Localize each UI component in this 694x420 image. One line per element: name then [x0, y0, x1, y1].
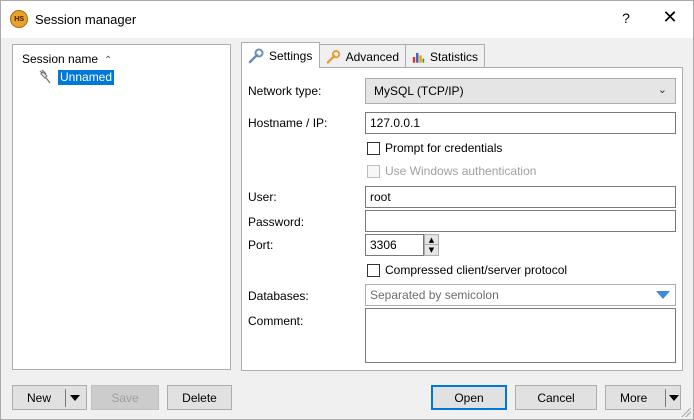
port-label: Port: [248, 238, 274, 252]
chevron-down-icon: ⌄ [657, 83, 667, 96]
sort-ascending-icon: ⌃ [104, 55, 113, 66]
session-manager-window: HS Session manager ? ✕ Session name ⌃ Unn… [0, 0, 694, 420]
prompt-credentials-checkbox[interactable]: Prompt for credentials [367, 141, 502, 155]
tree-header-label: Session name [22, 52, 99, 66]
user-label: User: [248, 190, 277, 204]
dropdown-arrow-icon[interactable] [70, 395, 80, 401]
help-button[interactable]: ? [615, 10, 637, 30]
more-button-label: More [620, 390, 648, 405]
network-type-label: Network type: [248, 84, 322, 98]
new-button[interactable]: New [12, 385, 87, 410]
save-button[interactable]: Save [91, 385, 159, 410]
tab-statistics-label: Statistics [429, 49, 478, 64]
cancel-button[interactable]: Cancel [515, 385, 597, 410]
compressed-protocol-checkbox[interactable]: Compressed client/server protocol [367, 263, 567, 277]
bar-chart-icon [412, 52, 425, 63]
title-bar: HS Session manager ? ✕ [1, 1, 693, 38]
spin-down-icon[interactable]: ▼ [425, 245, 438, 255]
network-type-select[interactable]: MySQL (TCP/IP) ⌄ [365, 78, 676, 104]
user-input[interactable]: root [365, 186, 676, 208]
comment-label: Comment: [248, 314, 304, 328]
databases-input[interactable]: Separated by semicolon [365, 284, 676, 306]
split-divider [65, 389, 66, 407]
app-logo-icon: HS [10, 10, 28, 28]
hostname-label: Hostname / IP: [248, 116, 328, 130]
password-input[interactable] [365, 210, 676, 232]
tab-advanced-label: Advanced [345, 49, 399, 64]
wrench-icon [248, 48, 264, 63]
session-tree[interactable]: Session name ⌃ Unnamed [12, 44, 231, 370]
port-spinner[interactable]: ▲ ▼ [424, 234, 439, 256]
compressed-protocol-label: Compressed client/server protocol [385, 263, 568, 277]
hostname-input[interactable]: 127.0.0.1 [365, 112, 676, 134]
new-button-label: New [27, 390, 52, 405]
close-button[interactable]: ✕ [657, 7, 683, 31]
tab-statistics[interactable]: Statistics [405, 44, 485, 68]
password-label: Password: [248, 215, 305, 229]
split-divider [665, 389, 666, 407]
windows-auth-label: Use Windows authentication [385, 164, 537, 178]
spin-up-icon[interactable]: ▲ [425, 235, 438, 245]
tab-settings-label: Settings [269, 48, 313, 63]
comment-textarea[interactable] [365, 308, 676, 363]
checkbox-box [367, 164, 380, 178]
delete-button[interactable]: Delete [167, 385, 232, 410]
window-title: Session manager [35, 12, 137, 27]
network-type-value: MySQL (TCP/IP) [374, 84, 464, 98]
dropdown-arrow-icon[interactable] [669, 395, 679, 401]
more-button[interactable]: More [605, 385, 681, 410]
open-button[interactable]: Open [431, 385, 507, 410]
checkbox-box [367, 263, 380, 277]
prompt-credentials-label: Prompt for credentials [385, 141, 503, 155]
tab-advanced[interactable]: Advanced [319, 44, 406, 68]
wrench-orange-icon [326, 49, 341, 64]
databases-placeholder: Separated by semicolon [370, 288, 499, 302]
tab-settings[interactable]: Settings [241, 42, 320, 68]
port-input[interactable]: 3306 [365, 234, 424, 256]
tree-column-header[interactable]: Session name ⌃ [22, 52, 112, 66]
windows-auth-checkbox[interactable]: Use Windows authentication [367, 164, 536, 178]
resize-grip-icon[interactable] [681, 407, 691, 417]
session-item-label: Unnamed [58, 69, 115, 85]
databases-label: Databases: [248, 289, 309, 303]
checkbox-box [367, 141, 380, 155]
dropdown-triangle-icon[interactable] [656, 291, 670, 299]
plug-icon [39, 69, 51, 84]
session-item-unnamed[interactable]: Unnamed [37, 69, 115, 85]
